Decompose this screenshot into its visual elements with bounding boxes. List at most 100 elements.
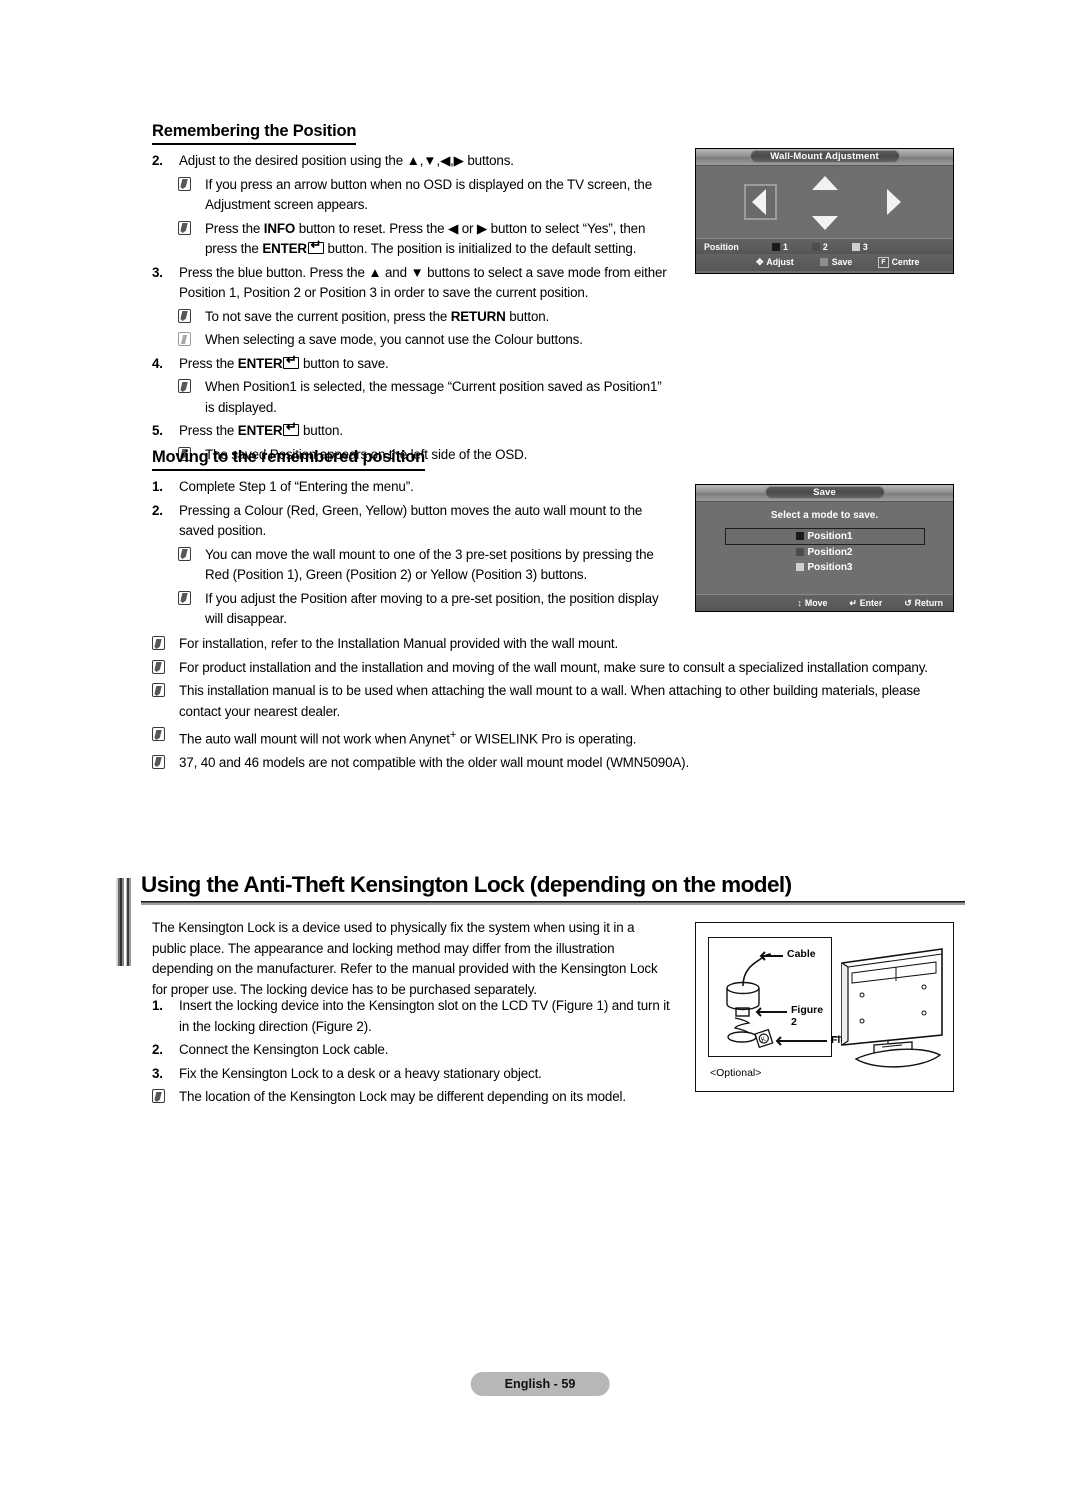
numbered-step: 2. Pressing a Colour (Red, Green, Yellow)…: [152, 501, 672, 542]
position-indicator[interactable]: 3: [851, 241, 868, 252]
kensington-intro-paragraph: The Kensington Lock is a device used to …: [152, 920, 658, 997]
note-memo-icon-glyph: [152, 754, 165, 769]
arrow-left-selection-box[interactable]: [744, 184, 777, 220]
label-optional: <Optional>: [710, 1067, 762, 1079]
note-item: Press the INFO button to reset. Press th…: [152, 219, 672, 260]
step-text: Insert the locking device into the Kensi…: [179, 998, 670, 1034]
note-memo-icon: [152, 725, 179, 750]
osd-save-action-enter[interactable]: ↵ Enter: [849, 598, 882, 609]
osd-save-action-move[interactable]: ↕ Move: [797, 598, 827, 609]
step-number: 4.: [152, 355, 163, 371]
note-item: When Position1 is selected, the message …: [152, 377, 672, 418]
section-remembering-the-position: Remembering the Position 2. Adjust to the…: [152, 122, 672, 465]
osd-position-indicators: 1 2 3: [772, 242, 892, 252]
save-option-position3[interactable]: Position3: [725, 560, 925, 575]
note-memo-icon-glyph: [178, 590, 191, 605]
osd-wall-mount-arrowpad: [696, 166, 953, 238]
note-memo-icon: [152, 175, 205, 216]
arrow-right-icon[interactable]: [887, 189, 901, 215]
step-number: 3.: [152, 264, 163, 280]
updown-arrow-icon: ↕: [797, 597, 802, 608]
page-title: Using the Anti-Theft Kensington Lock (de…: [141, 872, 792, 897]
save-option-colour-swatch: [796, 532, 805, 540]
osd-save-actions: ↕ Move ↵ Enter ↺ Return: [797, 598, 943, 609]
manual-page: Remembering the Position 2. Adjust to the…: [0, 0, 1080, 1488]
osd-wall-mount-adjustment: Wall-Mount Adjustment Position 1 2 3 ✥ Adju…: [695, 148, 954, 274]
osd-wall-mount-titlebar: Wall-Mount Adjustment: [696, 149, 953, 166]
note-item: The auto wall mount will not work when A…: [152, 725, 942, 750]
numbered-step: 1. Complete Step 1 of “Entering the menu”…: [152, 477, 672, 498]
position-number-label: 3: [862, 241, 868, 252]
step-text: Fix the Kensington Lock to a desk or a h…: [179, 1065, 542, 1081]
note-memo-icon: [152, 753, 179, 774]
osd-action-label: Adjust: [766, 257, 794, 267]
note-text: You can move the wall mount to one of th…: [205, 546, 654, 583]
note-memo-icon-glyph: [178, 546, 191, 561]
section-heading-remembering: Remembering the Position: [152, 122, 356, 145]
osd-action-adjust[interactable]: ✥ Adjust: [756, 257, 794, 268]
step-text: Adjust to the desired position using the…: [179, 153, 514, 168]
osd-save-action-label: Move: [804, 597, 828, 608]
page-footer-badge: English - 59: [470, 1372, 610, 1396]
kensington-illustration: K Cable Figure 2 Figure 1 <Optional>: [695, 922, 954, 1092]
remembering-item-list: 2. Adjust to the desired position using t…: [152, 151, 672, 465]
note-memo-icon-glyph: [152, 636, 165, 650]
position-number-label: 1: [783, 241, 788, 252]
note-text: If you press an arrow button when no OSD…: [205, 176, 653, 213]
note-memo-icon-light: [178, 332, 191, 346]
osd-action-centre[interactable]: F Centre: [878, 257, 919, 268]
numbered-step: 2. Adjust to the desired position using t…: [152, 151, 672, 172]
note-item: If you adjust the Position after moving …: [152, 589, 672, 630]
step-text: Press the ENTER button to save.: [179, 353, 672, 375]
step-text: Complete Step 1 of “Entering the menu”.: [179, 479, 414, 494]
note-item: The location of the Kensington Lock may …: [152, 1087, 672, 1108]
dpad-icon: ✥: [756, 257, 764, 267]
save-option-position2[interactable]: Position2: [725, 545, 925, 560]
note-text: When Position1 is selected, the message …: [205, 379, 662, 415]
step-text: Pressing a Colour (Red, Green, Yellow) b…: [179, 502, 643, 539]
note-item: To not save the current position, press …: [152, 307, 672, 328]
step-text: Press the ENTER button.: [179, 420, 672, 442]
note-memo-icon-glyph: [178, 220, 191, 235]
save-option-position1[interactable]: Position1: [724, 528, 925, 545]
position-indicator[interactable]: 1: [772, 242, 788, 252]
step-number: 2.: [152, 502, 163, 518]
note-item: This installation manual is to be used w…: [152, 681, 942, 722]
section-wall-mount-cautions: For installation, refer to the Installat…: [152, 634, 942, 773]
position-colour-swatch: [851, 242, 860, 251]
title-underline: [141, 901, 965, 905]
label-figure-1: Figure 1: [831, 1034, 872, 1046]
kensington-step-list: 1. Insert the locking device into the Ken…: [152, 996, 672, 1108]
note-item: You can move the wall mount to one of th…: [152, 545, 672, 586]
arrow-left-icon[interactable]: [752, 189, 766, 215]
osd-wall-mount-position-row: Position 1 2 3: [696, 238, 953, 254]
osd-save-body: Select a mode to save. Position1 Position…: [696, 502, 953, 594]
osd-save-action-row: ↕ Move ↵ Enter ↺ Return: [696, 594, 953, 611]
numbered-step: 1. Insert the locking device into the Ken…: [152, 996, 672, 1037]
arrow-up-icon[interactable]: [811, 176, 838, 190]
label-figure-2: Figure 2: [791, 1004, 824, 1028]
note-text: The location of the Kensington Lock may …: [179, 1089, 626, 1104]
note-memo-icon-glyph: [152, 659, 165, 674]
note-memo-icon: [152, 377, 205, 418]
note-memo-icon: [152, 658, 179, 679]
section-heading-moving: Moving to the remembered position: [152, 448, 425, 471]
step-number: 1.: [152, 998, 163, 1013]
position-colour-swatch: [811, 242, 820, 251]
note-text: 37, 40 and 46 models are not compatible …: [179, 754, 690, 770]
osd-wall-mount-actions: ✥ Adjust Save F Centre: [756, 257, 919, 268]
osd-save-option-list: Position1 Position2 Position3: [696, 528, 953, 575]
osd-action-label: Centre: [891, 257, 920, 267]
position-indicator[interactable]: 2: [811, 242, 828, 252]
numbered-step: 3. Press the blue button. Press the ▲ and…: [152, 263, 672, 304]
osd-save-action-return[interactable]: ↺ Return: [904, 598, 943, 609]
arrow-down-icon[interactable]: [811, 216, 838, 230]
step-text: Press the blue button. Press the ▲ and ▼…: [179, 264, 667, 301]
note-text: This installation manual is to be used w…: [179, 683, 921, 719]
note-memo-icon-glyph: [178, 379, 191, 393]
note-memo-icon: [152, 307, 205, 328]
step-number: 3.: [152, 1065, 163, 1081]
save-option-label: Position2: [807, 547, 853, 558]
osd-action-save[interactable]: Save: [819, 257, 852, 268]
note-memo-icon: [152, 634, 179, 655]
